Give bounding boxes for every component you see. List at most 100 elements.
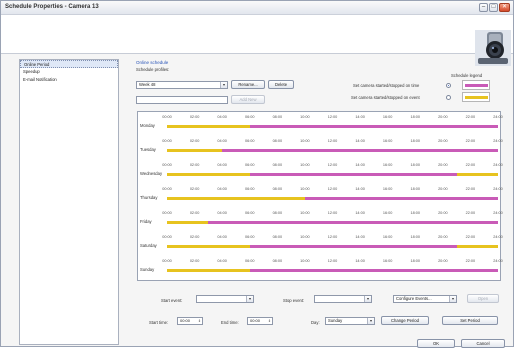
schedule-track[interactable] xyxy=(167,149,498,152)
hour-label: 08:00 xyxy=(272,259,283,263)
hour-label: 00:00 xyxy=(162,115,172,119)
schedule-segment-time[interactable] xyxy=(249,269,498,272)
day-row-thursday[interactable]: Thursday 00:00 02:00 04:00 06:00 08:00 10:00 12… xyxy=(138,186,503,210)
schedule-segment-event[interactable] xyxy=(456,245,498,248)
schedule-segment-time[interactable] xyxy=(208,221,498,224)
day-dropdown[interactable]: Sunday ▾ xyxy=(325,317,375,325)
stop-event-dropdown[interactable]: ▾ xyxy=(314,295,372,303)
day-row-saturday[interactable]: Saturday 00:00 02:00 04:00 06:00 08:00 10:00 12… xyxy=(138,234,503,258)
schedule-track[interactable] xyxy=(167,197,498,200)
hour-label: 20:00 xyxy=(438,235,448,239)
schedule-segment-event[interactable] xyxy=(167,149,223,152)
hour-label: 02:00 xyxy=(189,211,200,215)
hour-label: 14:00 xyxy=(355,259,365,263)
day-name: Friday xyxy=(140,219,152,224)
minimize-button[interactable]: – xyxy=(479,3,488,12)
start-event-dropdown[interactable]: ▾ xyxy=(196,295,254,303)
start-time-input[interactable]: 00:00 ⇕ xyxy=(177,317,203,325)
sidebar-item-email-notification[interactable]: E-mail Notification xyxy=(20,76,118,84)
schedule-segment-event[interactable] xyxy=(167,245,250,248)
day-name: Sunday xyxy=(140,267,155,272)
change-period-button[interactable]: Change Period xyxy=(381,316,429,325)
day-row-monday[interactable]: Monday 00:00 02:00 04:00 06:00 08:00 10:00 12:0… xyxy=(138,114,503,138)
legend-time-bar xyxy=(465,84,488,87)
hour-label: 18:00 xyxy=(410,259,420,263)
hour-label: 20:00 xyxy=(438,259,448,263)
weekly-schedule-grid[interactable]: Monday 00:00 02:00 04:00 06:00 08:00 10:00 12:0… xyxy=(137,111,503,282)
hour-label: 06:00 xyxy=(244,187,255,191)
day-name: Saturday xyxy=(140,243,157,248)
hour-label: 08:00 xyxy=(272,139,283,143)
delete-button[interactable]: Delete xyxy=(268,80,294,89)
schedule-segment-event[interactable] xyxy=(167,269,250,272)
hour-label: 24:00 xyxy=(493,139,503,143)
hour-label: 14:00 xyxy=(355,211,365,215)
schedule-track[interactable] xyxy=(167,125,498,128)
hour-label: 24:00 xyxy=(493,187,503,191)
schedule-profile-dropdown[interactable]: Week 48 ▾ xyxy=(136,81,228,89)
spinner-icon[interactable]: ⇕ xyxy=(197,318,202,324)
hour-label: 00:00 xyxy=(162,163,172,167)
day-label: Day: xyxy=(311,320,320,325)
hour-label: 02:00 xyxy=(189,139,200,143)
hour-label: 24:00 xyxy=(493,163,503,167)
new-profile-name-input[interactable] xyxy=(136,96,228,104)
hour-label: 10:00 xyxy=(300,211,310,215)
schedule-profile-value: Week 48 xyxy=(139,82,156,87)
hour-label: 22:00 xyxy=(465,163,476,167)
dialog-header xyxy=(1,15,513,66)
hour-label: 12:00 xyxy=(327,163,338,167)
hour-label: 04:00 xyxy=(217,211,227,215)
hour-label: 06:00 xyxy=(244,163,255,167)
spinner-icon[interactable]: ⇕ xyxy=(267,318,272,324)
open-button[interactable]: Open xyxy=(467,294,499,303)
schedule-segment-time[interactable] xyxy=(249,173,457,176)
day-name: Wednesday xyxy=(140,171,163,176)
day-row-tuesday[interactable]: Tuesday 00:00 02:00 04:00 06:00 08:00 10:00 12:… xyxy=(138,138,503,162)
hour-label: 20:00 xyxy=(438,115,448,119)
sidebar-item-speedup[interactable]: Speedup xyxy=(20,68,118,76)
hour-label: 24:00 xyxy=(493,259,503,263)
schedule-track[interactable] xyxy=(167,245,498,248)
legend-time-label: Set camera started/stopped on time xyxy=(353,83,420,88)
rename-button[interactable]: Rename... xyxy=(231,80,265,89)
schedule-segment-event[interactable] xyxy=(167,197,305,200)
sidebar-item-online-period[interactable]: Online Period xyxy=(20,60,118,68)
schedule-segment-time[interactable] xyxy=(304,197,498,200)
hour-label: 12:00 xyxy=(327,187,338,191)
day-row-friday[interactable]: Friday 00:00 02:00 04:00 06:00 08:00 10:00 12:0… xyxy=(138,210,503,234)
day-row-wednesday[interactable]: Wednesday 00:00 02:00 04:00 06:00 08:00 10:00 1… xyxy=(138,162,503,186)
add-new-button[interactable]: Add New xyxy=(231,95,265,104)
hour-label: 12:00 xyxy=(327,235,338,239)
hour-label: 06:00 xyxy=(244,211,255,215)
schedule-properties-window: Schedule Properties - Camera 13 – □ ✕ On… xyxy=(0,0,514,348)
legend-event-radio[interactable] xyxy=(446,95,451,100)
close-button[interactable]: ✕ xyxy=(499,3,510,12)
title-bar[interactable]: Schedule Properties - Camera 13 – □ ✕ xyxy=(1,1,513,15)
day-row-sunday[interactable]: Sunday 00:00 02:00 04:00 06:00 08:00 10:00 12:0… xyxy=(138,258,503,282)
schedule-segment-time[interactable] xyxy=(249,125,498,128)
schedule-segment-event[interactable] xyxy=(167,173,250,176)
day-name: Tuesday xyxy=(140,147,156,152)
schedule-track[interactable] xyxy=(167,269,498,272)
schedule-segment-event[interactable] xyxy=(167,221,209,224)
hour-label: 14:00 xyxy=(355,235,365,239)
schedule-segment-time[interactable] xyxy=(222,149,498,152)
day-name: Thursday xyxy=(140,195,158,200)
hour-label: 18:00 xyxy=(410,211,420,215)
schedule-track[interactable] xyxy=(167,173,498,176)
hour-label: 02:00 xyxy=(189,187,200,191)
hour-label: 16:00 xyxy=(382,115,393,119)
hour-label: 08:00 xyxy=(272,163,283,167)
schedule-segment-event[interactable] xyxy=(167,125,250,128)
set-period-button[interactable]: Set Period xyxy=(442,316,498,325)
configure-events-dropdown[interactable]: Configure Events... ▾ xyxy=(393,295,457,303)
schedule-segment-event[interactable] xyxy=(456,173,498,176)
hour-label: 22:00 xyxy=(465,259,476,263)
schedule-track[interactable] xyxy=(167,221,498,224)
maximize-button[interactable]: □ xyxy=(489,3,498,12)
hour-label: 24:00 xyxy=(493,115,503,119)
legend-time-radio[interactable] xyxy=(446,83,451,88)
end-time-input[interactable]: 00:00 ⇕ xyxy=(247,317,273,325)
schedule-segment-time[interactable] xyxy=(249,245,457,248)
